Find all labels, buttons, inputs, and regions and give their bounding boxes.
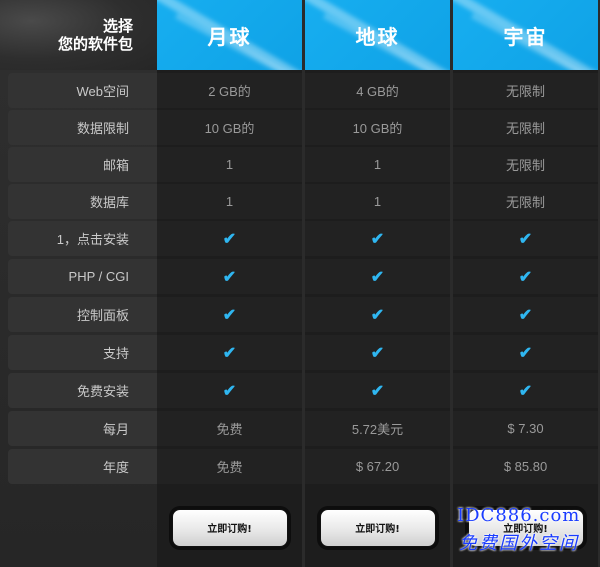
feature-cell: 4 GB的 bbox=[305, 73, 450, 108]
feature-label: 年度 bbox=[8, 449, 157, 484]
feature-value: 1 bbox=[373, 157, 382, 172]
feature-cell: 2 GB的 bbox=[157, 73, 302, 108]
feature-value: 2 GB的 bbox=[208, 84, 251, 99]
checkmark-icon: ✔ bbox=[518, 382, 533, 400]
feature-cell: ✔ bbox=[157, 221, 302, 256]
feature-value: $ 67.20 bbox=[355, 459, 400, 474]
feature-value: 1 bbox=[225, 157, 234, 172]
checkmark-icon: ✔ bbox=[370, 382, 385, 400]
plan-header-moon: 月球 bbox=[157, 0, 302, 70]
feature-label: 数据限制 bbox=[8, 110, 157, 145]
order-now-button-earth[interactable]: 立即订购! bbox=[319, 508, 436, 547]
heading-line-2: 您的软件包 bbox=[57, 35, 133, 53]
table-heading: 选择 您的软件包 bbox=[0, 0, 157, 70]
feature-cell: 免费 bbox=[157, 411, 302, 446]
feature-cell: ✔ bbox=[453, 259, 598, 294]
checkmark-icon: ✔ bbox=[222, 230, 237, 248]
plan-header-earth: 地球 bbox=[305, 0, 450, 70]
feature-value: 1 bbox=[373, 194, 382, 209]
checkmark-icon: ✔ bbox=[222, 306, 237, 324]
checkmark-icon: ✔ bbox=[518, 268, 533, 286]
feature-cell: 10 GB的 bbox=[305, 110, 450, 145]
feature-cell: ✔ bbox=[305, 259, 450, 294]
feature-cell: 无限制 bbox=[453, 147, 598, 182]
feature-cell: ✔ bbox=[305, 297, 450, 332]
feature-label: 控制面板 bbox=[8, 297, 157, 332]
feature-cell: ✔ bbox=[453, 373, 598, 408]
order-button-container: 立即订购! bbox=[305, 500, 450, 555]
checkmark-icon: ✔ bbox=[518, 344, 533, 362]
checkmark-icon: ✔ bbox=[518, 306, 533, 324]
feature-value: 无限制 bbox=[505, 158, 545, 173]
order-now-button-universe[interactable]: 立即订购! bbox=[467, 508, 584, 547]
feature-value: 5.72美元 bbox=[351, 422, 404, 437]
feature-value: 无限制 bbox=[505, 195, 545, 210]
feature-cell: ✔ bbox=[305, 221, 450, 256]
feature-cell: $ 67.20 bbox=[305, 449, 450, 484]
feature-cell: $ 7.30 bbox=[453, 411, 598, 446]
feature-cell: 无限制 bbox=[453, 110, 598, 145]
feature-cell: 1 bbox=[157, 147, 302, 182]
feature-cell: ✔ bbox=[157, 259, 302, 294]
checkmark-icon: ✔ bbox=[370, 268, 385, 286]
feature-value: $ 7.30 bbox=[507, 421, 544, 436]
feature-value: 1 bbox=[225, 194, 234, 209]
checkmark-icon: ✔ bbox=[222, 344, 237, 362]
plan-name: 宇宙 bbox=[503, 24, 548, 49]
checkmark-icon: ✔ bbox=[370, 230, 385, 248]
plan-name: 月球 bbox=[207, 24, 252, 49]
feature-value: 10 GB的 bbox=[204, 121, 255, 136]
feature-value: 无限制 bbox=[505, 121, 545, 136]
feature-label: 邮箱 bbox=[8, 147, 157, 182]
feature-cell: $ 85.80 bbox=[453, 449, 598, 484]
feature-label: 1，点击安装 bbox=[8, 221, 157, 256]
heading-line-1: 选择 bbox=[102, 17, 133, 35]
feature-value: 免费 bbox=[216, 422, 243, 437]
feature-cell: 无限制 bbox=[453, 73, 598, 108]
checkmark-icon: ✔ bbox=[222, 382, 237, 400]
feature-label: 数据库 bbox=[8, 184, 157, 219]
feature-label: PHP / CGI bbox=[8, 259, 157, 294]
checkmark-icon: ✔ bbox=[370, 344, 385, 362]
feature-cell: ✔ bbox=[453, 221, 598, 256]
feature-cell: 1 bbox=[157, 184, 302, 219]
order-button-container: 立即订购! bbox=[453, 500, 598, 555]
feature-label: 每月 bbox=[8, 411, 157, 446]
feature-value: $ 85.80 bbox=[503, 459, 548, 474]
feature-cell: ✔ bbox=[157, 335, 302, 370]
checkmark-icon: ✔ bbox=[222, 268, 237, 286]
feature-cell: 免费 bbox=[157, 449, 302, 484]
feature-cell: ✔ bbox=[157, 297, 302, 332]
feature-label: Web空间 bbox=[8, 73, 157, 108]
feature-value: 无限制 bbox=[505, 84, 545, 99]
feature-cell: ✔ bbox=[305, 335, 450, 370]
feature-value: 4 GB的 bbox=[356, 84, 399, 99]
plan-name: 地球 bbox=[355, 24, 400, 49]
feature-cell: 无限制 bbox=[453, 184, 598, 219]
checkmark-icon: ✔ bbox=[518, 230, 533, 248]
feature-cell: ✔ bbox=[453, 297, 598, 332]
feature-cell: ✔ bbox=[453, 335, 598, 370]
order-now-button-moon[interactable]: 立即订购! bbox=[171, 508, 288, 547]
plan-header-universe: 宇宙 bbox=[453, 0, 598, 70]
feature-label: 支持 bbox=[8, 335, 157, 370]
feature-value: 10 GB的 bbox=[352, 121, 403, 136]
feature-value: 免费 bbox=[216, 460, 243, 475]
feature-cell: ✔ bbox=[157, 373, 302, 408]
feature-cell: 1 bbox=[305, 147, 450, 182]
checkmark-icon: ✔ bbox=[370, 306, 385, 324]
feature-label: 免费安装 bbox=[8, 373, 157, 408]
feature-cell: 5.72美元 bbox=[305, 411, 450, 446]
feature-cell: 10 GB的 bbox=[157, 110, 302, 145]
feature-cell: 1 bbox=[305, 184, 450, 219]
feature-cell: ✔ bbox=[305, 373, 450, 408]
order-button-container: 立即订购! bbox=[157, 500, 302, 555]
